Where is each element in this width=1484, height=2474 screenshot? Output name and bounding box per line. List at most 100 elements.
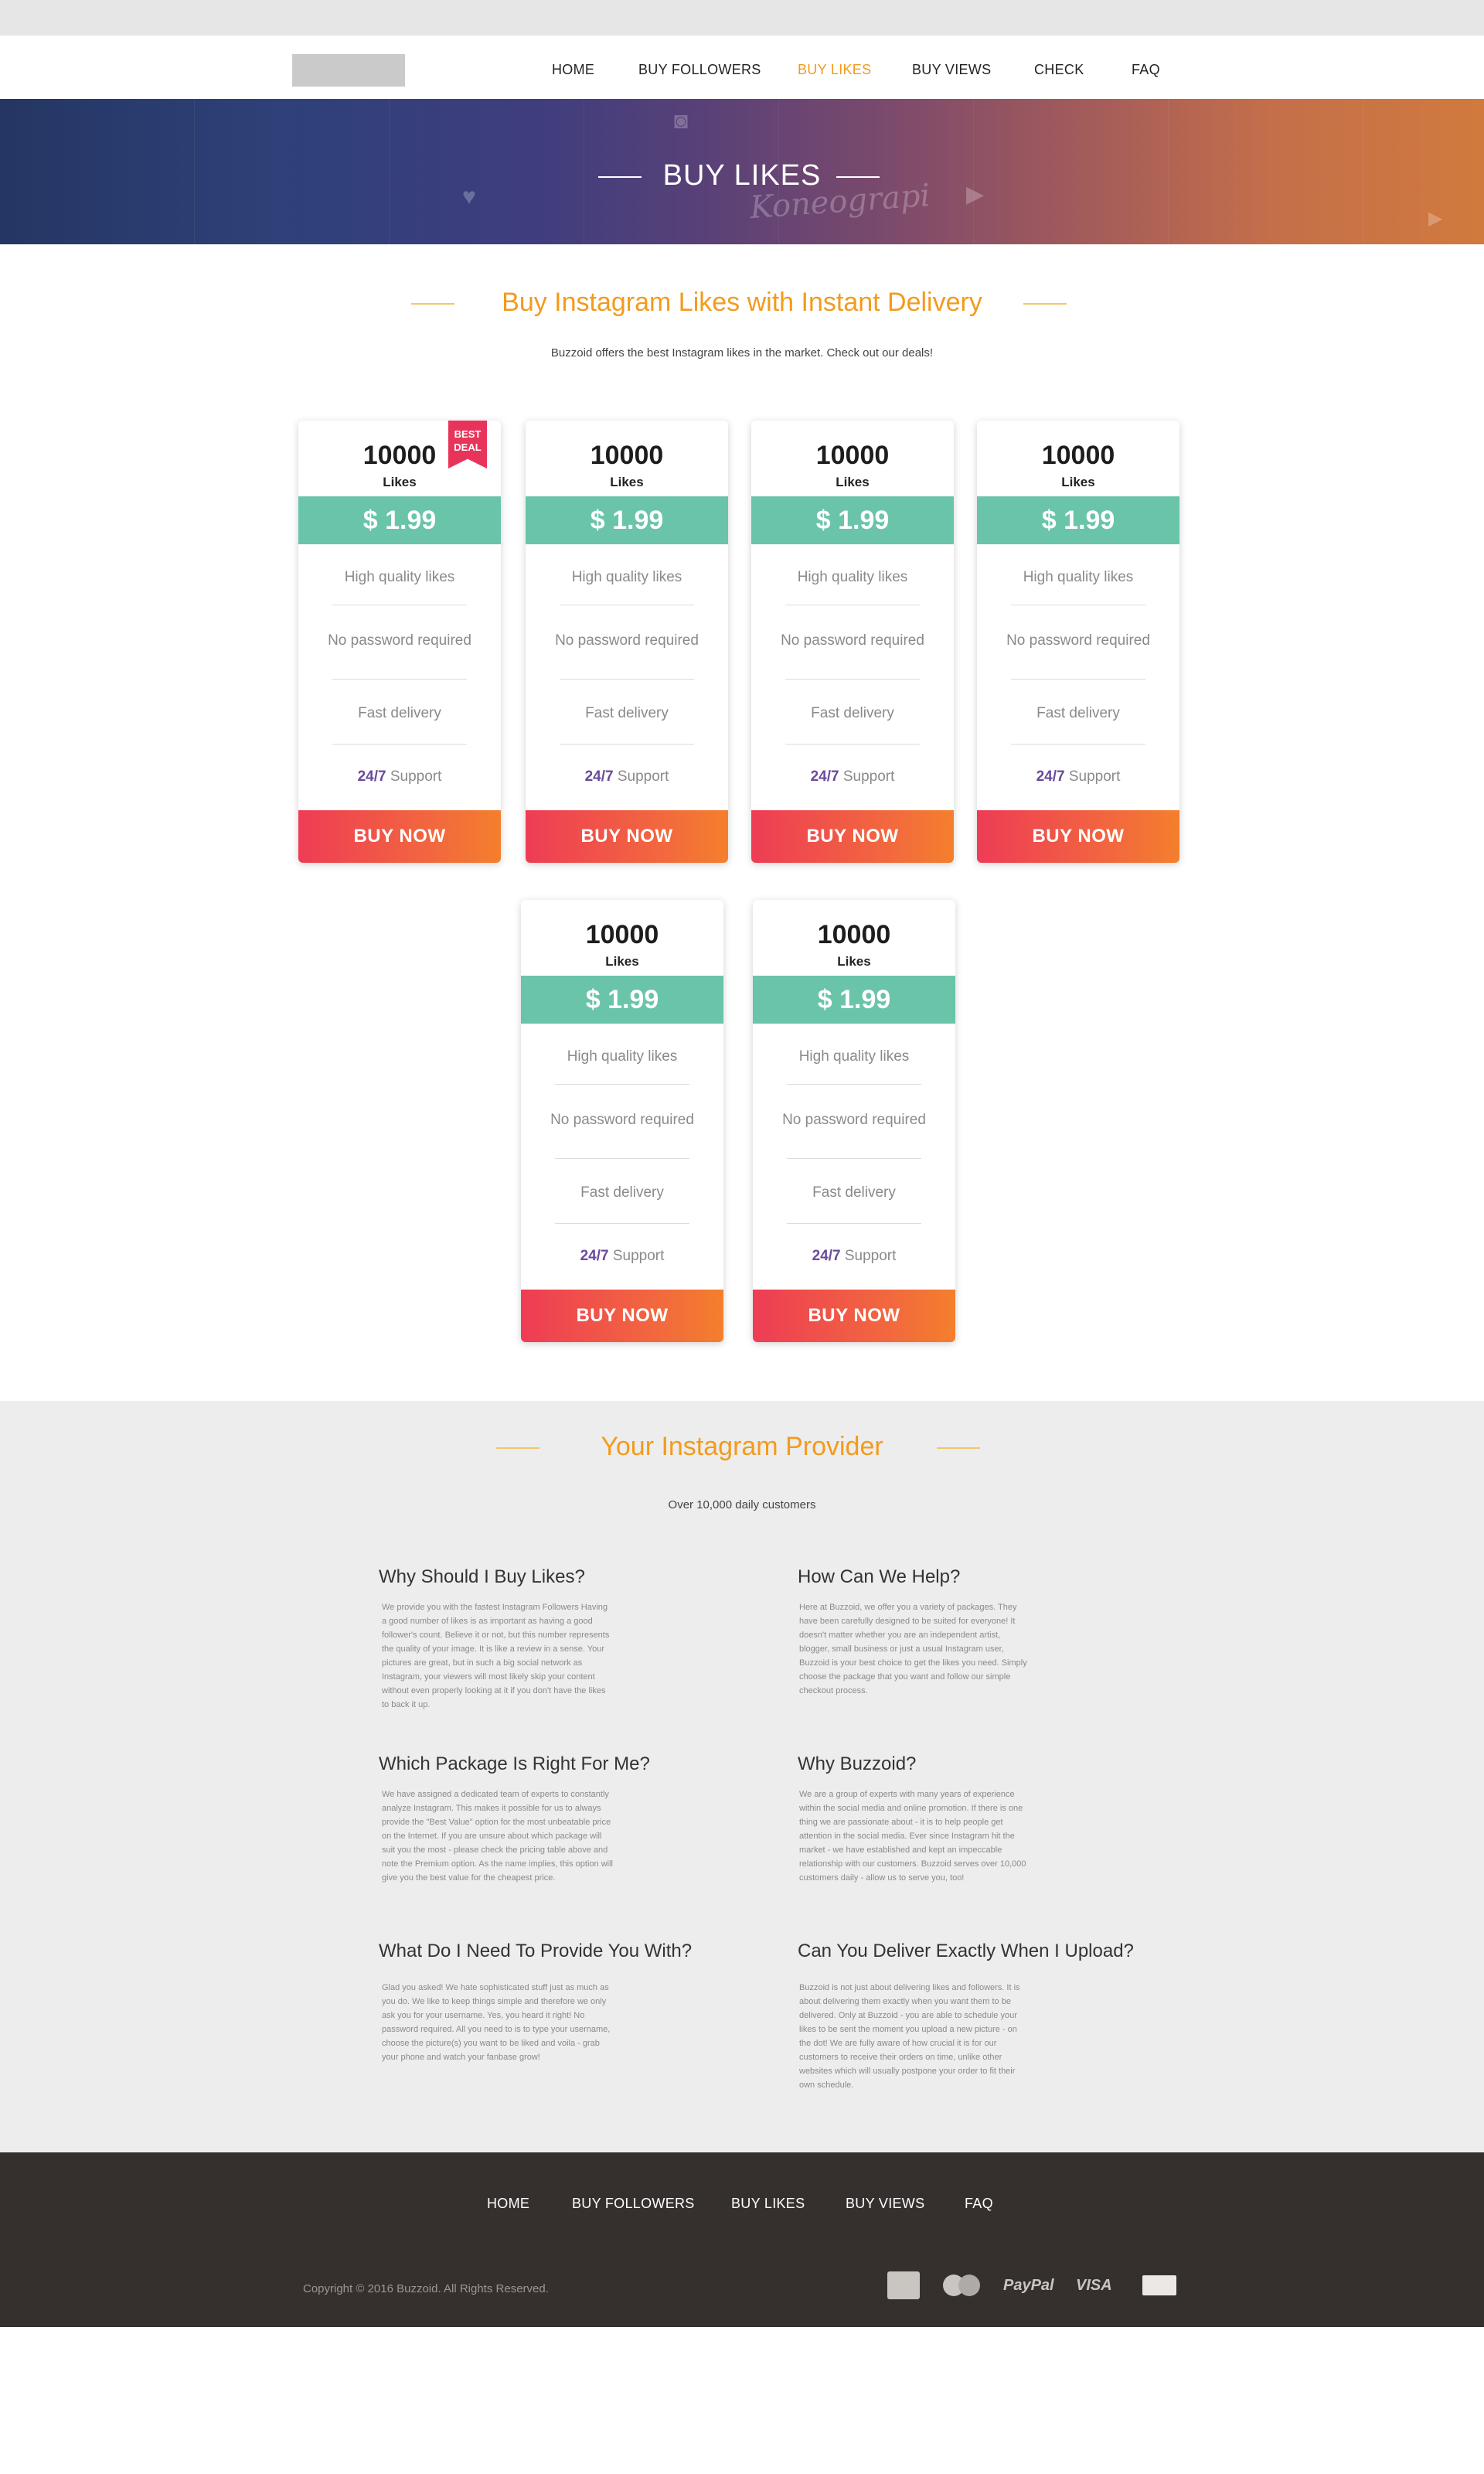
pricing-card: 10000 Likes $ 1.99 High quality likes No… <box>977 421 1179 863</box>
feature-no-password: No password required <box>550 1112 694 1128</box>
package-quantity: 10000 <box>590 441 664 470</box>
package-quantity: 10000 <box>585 920 659 949</box>
buy-now-button[interactable]: BUY NOW <box>753 1290 955 1342</box>
package-unit: Likes <box>836 475 870 489</box>
feature-no-password: No password required <box>555 632 699 649</box>
feature-divider <box>332 679 467 680</box>
support-hours: 24/7 <box>812 1248 841 1264</box>
visa-logo: VISA <box>1076 2277 1112 2294</box>
feature-support: 24/7 Support <box>298 768 501 785</box>
faq-heading: Why Buzzoid? <box>798 1753 917 1774</box>
package-price: $ 1.99 <box>977 496 1179 544</box>
feature-delivery: Fast delivery <box>811 705 894 721</box>
feature-no-password: No password required <box>328 632 471 649</box>
mastercard-icon <box>941 2271 983 2299</box>
nav-home[interactable]: HOME <box>552 62 594 78</box>
feature-divider <box>555 1084 689 1085</box>
support-label: Support <box>1064 768 1121 785</box>
feature-divider <box>560 679 694 680</box>
support-hours: 24/7 <box>584 768 614 785</box>
support-label: Support <box>840 1248 897 1264</box>
nav-buy-views[interactable]: BUY VIEWS <box>912 62 991 78</box>
package-price: $ 1.99 <box>751 496 954 544</box>
nav-check[interactable]: CHECK <box>1034 62 1084 78</box>
hero-title-line <box>836 176 880 178</box>
feature-divider <box>787 1158 921 1159</box>
site-logo[interactable] <box>292 54 405 87</box>
faq-heading: How Can We Help? <box>798 1566 961 1587</box>
feature-quality: High quality likes <box>344 569 455 585</box>
faq-heading: Can You Deliver Exactly When I Upload? <box>798 1941 1134 1961</box>
feature-quality: High quality likes <box>567 1048 678 1065</box>
faq-text: Buzzoid is not just about delivering lik… <box>799 1983 1020 2090</box>
pricing-card: 10000 Likes $ 1.99 High quality likes No… <box>526 421 728 863</box>
feature-delivery: Fast delivery <box>585 705 669 721</box>
buy-now-button[interactable]: BUY NOW <box>526 810 728 863</box>
feature-no-password: No password required <box>781 632 924 649</box>
support-label: Support <box>839 768 895 785</box>
pricing-card: 10000 Likes $ 1.99 High quality likes No… <box>751 421 954 863</box>
package-quantity: 10000 <box>817 920 891 949</box>
section-title-line <box>1023 303 1067 305</box>
feature-support: 24/7 Support <box>521 1248 723 1265</box>
package-unit: Likes <box>837 954 871 969</box>
site-footer: HOME BUY FOLLOWERS BUY LIKES BUY VIEWS F… <box>0 2152 1484 2327</box>
badge-text: BEST <box>454 428 482 440</box>
feature-no-password: No password required <box>782 1112 926 1128</box>
info-subtitle: Over 10,000 daily customers <box>668 1498 816 1511</box>
footer-nav-faq[interactable]: FAQ <box>965 2196 993 2212</box>
play-icon: ▶ <box>1428 208 1443 229</box>
feature-divider <box>1011 744 1145 745</box>
discover-icon <box>1142 2271 1176 2299</box>
info-title: Your Instagram Provider <box>601 1432 883 1461</box>
feature-divider <box>555 1158 689 1159</box>
feature-divider <box>1011 679 1145 680</box>
feature-delivery: Fast delivery <box>358 705 441 721</box>
copyright-text: Copyright © 2016 Buzzoid. All Rights Res… <box>303 2282 549 2295</box>
camera-icon: ◙ <box>674 108 689 134</box>
feature-quality: High quality likes <box>571 569 682 585</box>
buy-now-button[interactable]: BUY NOW <box>298 810 501 863</box>
feature-divider <box>787 1223 921 1224</box>
feature-delivery: Fast delivery <box>812 1184 896 1201</box>
package-price: $ 1.99 <box>521 976 723 1024</box>
hero-banner: ♥ ◙ ▶ ▶ BUY LIKES Koneograpi <box>0 99 1484 244</box>
support-label: Support <box>386 768 442 785</box>
top-strip <box>0 0 1484 36</box>
amex-icon <box>887 2271 920 2299</box>
buy-now-button[interactable]: BUY NOW <box>977 810 1179 863</box>
feature-divider <box>555 1223 689 1224</box>
nav-buy-likes[interactable]: BUY LIKES <box>798 62 871 78</box>
feature-quality: High quality likes <box>798 1048 910 1065</box>
footer-nav-buy-views[interactable]: BUY VIEWS <box>846 2196 924 2212</box>
package-unit: Likes <box>1061 475 1095 489</box>
footer-nav-home[interactable]: HOME <box>487 2196 529 2212</box>
buy-now-button[interactable]: BUY NOW <box>521 1290 723 1342</box>
paypal-logo: PayPal <box>1003 2277 1054 2294</box>
package-quantity: 10000 <box>815 441 890 470</box>
feature-divider <box>785 744 920 745</box>
feature-support: 24/7 Support <box>751 768 954 785</box>
support-hours: 24/7 <box>810 768 839 785</box>
feature-quality: High quality likes <box>797 569 908 585</box>
feature-no-password: No password required <box>1006 632 1150 649</box>
package-unit: Likes <box>610 475 644 489</box>
feature-divider <box>560 744 694 745</box>
nav-buy-followers[interactable]: BUY FOLLOWERS <box>638 62 761 78</box>
support-hours: 24/7 <box>1036 768 1065 785</box>
feature-divider <box>332 744 467 745</box>
footer-nav-buy-likes[interactable]: BUY LIKES <box>731 2196 805 2212</box>
info-section <box>0 1401 1484 2152</box>
package-unit: Likes <box>383 475 417 489</box>
nav-faq[interactable]: FAQ <box>1132 62 1160 78</box>
feature-delivery: Fast delivery <box>580 1184 664 1201</box>
support-hours: 24/7 <box>580 1248 609 1264</box>
package-quantity: 10000 <box>362 441 437 470</box>
package-unit: Likes <box>605 954 639 969</box>
footer-nav-buy-followers[interactable]: BUY FOLLOWERS <box>572 2196 695 2212</box>
faq-heading: Which Package Is Right For Me? <box>379 1753 650 1774</box>
pricing-card: BEST DEAL 10000 Likes $ 1.99 High qualit… <box>298 421 501 863</box>
buy-now-button[interactable]: BUY NOW <box>751 810 954 863</box>
faq-heading: Why Should I Buy Likes? <box>379 1566 585 1587</box>
support-label: Support <box>613 768 669 785</box>
